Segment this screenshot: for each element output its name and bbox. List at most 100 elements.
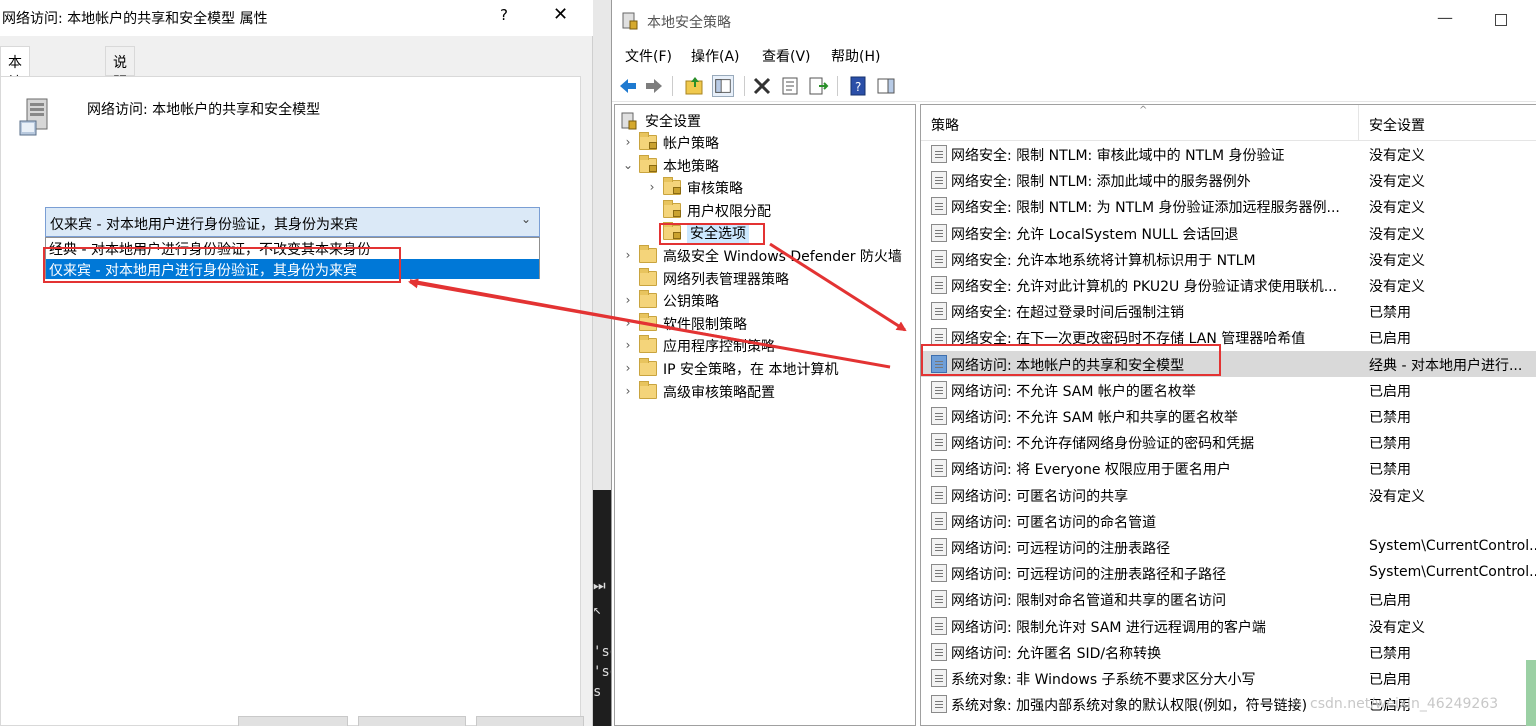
policy-setting-icon <box>931 197 947 216</box>
tab-explain[interactable]: 说明 <box>105 46 135 91</box>
policy-setting-icon <box>931 642 947 661</box>
policy-setting-value: System\CurrentControl... <box>1369 538 1536 554</box>
expander-icon[interactable]: › <box>623 338 633 352</box>
policy-row[interactable]: 网络安全: 允许 LocalSystem NULL 会话回退 没有定义 <box>921 220 1536 246</box>
expander-icon[interactable]: › <box>623 316 633 330</box>
expander-icon[interactable]: › <box>623 135 633 149</box>
help-book-icon[interactable]: ? <box>847 75 869 97</box>
tree-item[interactable]: › 帐户策略 <box>623 132 907 154</box>
toolbar: ? <box>612 70 1536 102</box>
tree-item[interactable]: › 公钥策略 <box>623 290 907 312</box>
policy-setting-icon <box>931 171 947 190</box>
policy-setting-icon <box>931 407 947 425</box>
policy-name: 网络安全: 允许 LocalSystem NULL 会话回退 <box>951 226 1239 243</box>
maximize-icon[interactable] <box>1495 14 1507 26</box>
tree-label: 帐户策略 <box>663 136 719 152</box>
ok-button[interactable] <box>238 716 348 726</box>
policy-row[interactable]: 网络访问: 限制对命名管道和共享的匿名访问 已启用 <box>921 586 1536 612</box>
expander-icon[interactable]: › <box>647 180 657 194</box>
menu-help[interactable]: 帮助(H) <box>831 46 880 66</box>
tab-panel: 网络访问: 本地帐户的共享和安全模型 仅来宾 - 对本地用户进行身份验证，其身份… <box>0 76 581 726</box>
policy-row[interactable]: 网络安全: 允许对此计算机的 PKU2U 身份验证请求使用联机... 没有定义 <box>921 272 1536 298</box>
policy-row[interactable]: 网络访问: 可远程访问的注册表路径 System\CurrentControl..… <box>921 534 1536 560</box>
policy-row[interactable]: 网络安全: 在超过登录时间后强制注销 已禁用 <box>921 298 1536 324</box>
security-model-combobox[interactable]: 仅来宾 - 对本地用户进行身份验证，其身份为来宾 ⌄ <box>45 207 540 237</box>
policy-setting-icon <box>931 276 947 294</box>
tree-item[interactable]: 网络列表管理器策略 <box>623 267 907 290</box>
policy-setting-value: 没有定义 <box>1369 488 1425 505</box>
expander-icon[interactable]: › <box>623 248 633 262</box>
tree-item[interactable]: › 高级审核策略配置 <box>623 380 907 403</box>
policy-name: 网络访问: 不允许 SAM 帐户的匿名枚举 <box>951 383 1196 400</box>
option-guest-only[interactable]: 仅来宾 - 对本地用户进行身份验证，其身份为来宾 <box>46 259 539 279</box>
policy-setting-value: 没有定义 <box>1369 226 1425 243</box>
menu-view[interactable]: 查看(V) <box>762 46 811 66</box>
column-header-setting[interactable]: 安全设置 <box>1369 115 1425 135</box>
policy-setting-icon <box>931 511 947 530</box>
column-header-policy[interactable]: 策略 <box>931 115 959 135</box>
menu-file[interactable]: 文件(F) <box>625 46 672 66</box>
policy-row[interactable]: 网络访问: 限制允许对 SAM 进行远程调用的客户端 没有定义 <box>921 613 1536 639</box>
policy-row[interactable]: 网络访问: 将 Everyone 权限应用于匿名用户 已禁用 <box>921 455 1536 481</box>
apply-button[interactable] <box>476 716 584 726</box>
tree-item[interactable]: › 审核策略 <box>647 177 907 199</box>
tree-label: 高级审核策略配置 <box>663 384 775 401</box>
scrollbar-thumb[interactable] <box>1526 660 1536 726</box>
folder-icon <box>639 245 657 263</box>
policy-row[interactable]: 网络安全: 限制 NTLM: 为 NTLM 身份验证添加远程服务器例... 没有定… <box>921 193 1536 219</box>
policy-setting-value: 没有定义 <box>1369 279 1425 295</box>
policy-row[interactable]: 网络访问: 可远程访问的注册表路径和子路径 System\CurrentContr… <box>921 560 1536 586</box>
policy-setting-value: 没有定义 <box>1369 252 1425 269</box>
annotation-box-policy-row <box>921 344 1221 376</box>
policy-name: 网络访问: 可远程访问的注册表路径 <box>951 541 1171 557</box>
expander-icon[interactable]: › <box>623 384 633 398</box>
show-hide-tree-icon[interactable] <box>712 75 734 97</box>
policy-row[interactable]: 网络访问: 允许匿名 SID/名称转换 已禁用 <box>921 639 1536 665</box>
expander-icon[interactable]: ⌄ <box>623 158 633 172</box>
lock-icon <box>673 187 681 195</box>
policy-row[interactable]: 系统对象: 非 Windows 子系统不要求区分大小写 已启用 <box>921 665 1536 691</box>
policy-row[interactable]: 网络访问: 不允许存储网络身份验证的密码和凭据 已禁用 <box>921 429 1536 455</box>
chevron-down-icon[interactable]: ⌄ <box>521 212 531 226</box>
export-list-icon[interactable] <box>807 75 829 97</box>
menu-action[interactable]: 操作(A) <box>691 46 740 66</box>
policy-setting-icon <box>931 380 947 399</box>
policy-row[interactable]: 网络访问: 可匿名访问的共享 没有定义 <box>921 482 1536 508</box>
back-arrow-icon[interactable] <box>617 75 639 97</box>
policy-row[interactable]: 网络安全: 允许本地系统将计算机标识用于 NTLM 没有定义 <box>921 246 1536 272</box>
list-header: ^ 策略 安全设置 <box>921 105 1536 141</box>
tree-item[interactable]: › 应用程序控制策略 <box>623 335 907 357</box>
sort-indicator-icon: ^ <box>1139 105 1148 116</box>
forward-arrow-icon[interactable] <box>643 75 665 97</box>
tree-item[interactable]: ⌄ 本地策略 <box>623 154 907 177</box>
policy-setting-icon <box>931 538 947 556</box>
action-pane-icon[interactable] <box>875 75 897 97</box>
policy-row[interactable]: 网络安全: 限制 NTLM: 添加此域中的服务器例外 没有定义 <box>921 167 1536 193</box>
cancel-button[interactable] <box>358 716 466 726</box>
policy-setting-value: 已启用 <box>1369 331 1411 348</box>
properties-icon[interactable] <box>779 75 801 97</box>
tree-item[interactable]: › IP 安全策略，在 本地计算机 <box>623 358 907 380</box>
tree-item[interactable]: 用户权限分配 <box>647 199 907 222</box>
delete-icon[interactable] <box>751 75 773 97</box>
help-icon[interactable]: ? <box>500 6 508 24</box>
policy-setting-icon <box>931 302 947 321</box>
expander-icon[interactable]: › <box>623 361 633 375</box>
minimize-icon[interactable]: — <box>1437 8 1453 27</box>
policy-setting-value: 已启用 <box>1369 672 1411 688</box>
policy-row[interactable]: 网络访问: 不允许 SAM 帐户和共享的匿名枚举 已禁用 <box>921 403 1536 429</box>
tree-root-security-settings[interactable]: 安全设置 <box>619 110 899 132</box>
tree-item[interactable]: › 软件限制策略 <box>623 312 907 335</box>
tab-local-security-setting[interactable]: 本地安全设置 <box>0 46 30 171</box>
policy-row[interactable]: 网络访问: 可匿名访问的命名管道 <box>921 508 1536 534</box>
option-classic[interactable]: 经典 - 对本地用户进行身份验证，不改变其本来身份 <box>46 238 539 258</box>
expander-icon[interactable]: › <box>623 293 633 307</box>
policy-row[interactable]: 网络访问: 不允许 SAM 帐户的匿名枚举 已启用 <box>921 377 1536 403</box>
up-folder-icon[interactable] <box>684 75 706 97</box>
dialog-title: 网络访问: 本地帐户的共享和安全模型 属性 <box>2 11 268 27</box>
tree-item[interactable]: › 高级安全 Windows Defender 防火墙 <box>623 245 907 267</box>
policy-row[interactable]: 网络安全: 限制 NTLM: 审核此域中的 NTLM 身份验证 没有定义 <box>921 141 1536 167</box>
close-icon[interactable]: ✕ <box>553 4 568 25</box>
policy-setting-icon <box>931 249 947 268</box>
policy-setting-value: 已禁用 <box>1369 305 1411 322</box>
